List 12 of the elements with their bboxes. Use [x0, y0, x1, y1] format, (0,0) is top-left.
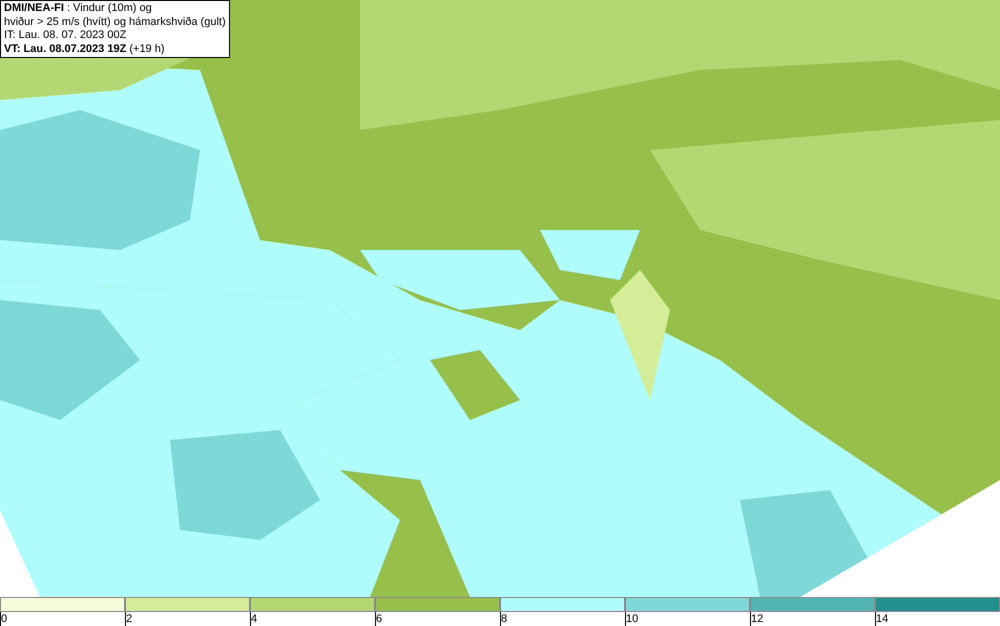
legend-tick-label: 4: [251, 613, 258, 625]
legend-tick-label: 8: [501, 613, 508, 625]
legend-tick-label: 14: [876, 613, 888, 625]
legend-tick-label: 12: [751, 613, 764, 625]
title-line: hviður > 25 m/s (hvítt) og hámarkshviða (gult): [4, 16, 226, 29]
legend-tick-label: 6: [376, 613, 382, 625]
title-line: VT: Lau. 08.07.2023 19Z (+19 h): [4, 42, 166, 56]
title-line: IT: Lau. 08. 07. 2023 00Z: [4, 29, 128, 42]
legend-tick-label: 10: [626, 613, 638, 625]
legend-tick-label: 0: [1, 613, 8, 625]
legend-tick-label: 2: [126, 613, 132, 625]
title-line: DMI/NEA-FI : Vindur (10m) og: [4, 2, 153, 16]
